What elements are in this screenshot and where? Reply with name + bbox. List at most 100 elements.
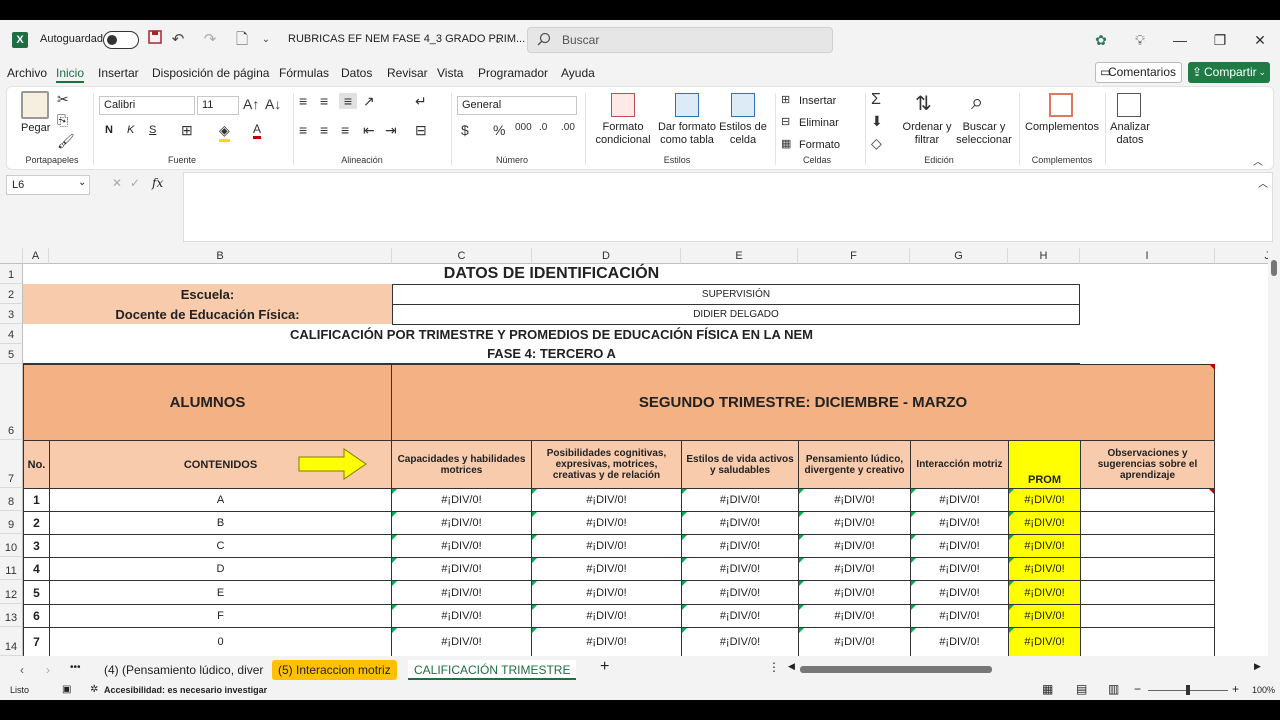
minimize-icon[interactable]: — [1170, 30, 1190, 50]
align-right-icon[interactable]: ≡ [341, 122, 349, 138]
observation-cell[interactable] [1080, 534, 1215, 558]
student-name[interactable]: F [49, 604, 392, 628]
docente-label[interactable]: Docente de Educación Física: [23, 304, 392, 324]
average-cell[interactable]: #¡DIV/0! [1008, 511, 1081, 535]
grade-cell[interactable]: #¡DIV/0! [531, 627, 682, 656]
page-break-icon[interactable]: ▥ [1108, 682, 1119, 696]
analyze-data-icon[interactable] [1117, 93, 1141, 117]
insert-function-button[interactable]: fx [152, 176, 163, 190]
col-header-i[interactable]: I [1080, 248, 1215, 264]
header-observaciones[interactable]: Observaciones y sugerencias sobre el apr… [1080, 440, 1215, 489]
format-as-table-icon[interactable] [675, 93, 699, 117]
col-header-e[interactable]: E [681, 248, 798, 264]
escuela-value[interactable]: SUPERVISIÓN [392, 284, 1080, 305]
add-sheet-button[interactable]: + [600, 658, 609, 676]
header-interaccion[interactable]: Interacción motriz [910, 440, 1009, 489]
student-name[interactable]: A [49, 488, 392, 512]
delete-cells-icon[interactable]: ⊟ [781, 115, 790, 128]
borders-icon[interactable]: ⊞ [181, 122, 193, 139]
zoom-in-icon[interactable]: + [1232, 682, 1239, 696]
grade-cell[interactable]: #¡DIV/0! [681, 488, 799, 512]
grade-cell[interactable]: #¡DIV/0! [391, 604, 532, 628]
analyze-data-label[interactable]: Analizar datos [1107, 121, 1153, 147]
menu-formulas[interactable]: Fórmulas [279, 66, 329, 80]
row-header[interactable]: 11 [0, 557, 23, 580]
header-no[interactable]: No. [23, 440, 50, 489]
align-center-icon[interactable]: ≡ [320, 122, 328, 138]
tab-calificacion[interactable]: CALIFICACIÓN TRIMESTRE [408, 660, 577, 680]
undo-icon[interactable]: ↶ [168, 30, 188, 50]
grade-cell[interactable]: #¡DIV/0! [531, 534, 682, 558]
align-left-icon[interactable]: ≡ [299, 122, 307, 138]
macro-record-icon[interactable]: ▣ [62, 684, 71, 695]
grade-cell[interactable]: #¡DIV/0! [681, 534, 799, 558]
header-pensamiento[interactable]: Pensamiento lúdico, divergente y creativ… [798, 440, 911, 489]
col-header-j[interactable]: J [1215, 248, 1268, 264]
customize-toolbar-icon[interactable]: ⌄ [256, 30, 276, 50]
share-button[interactable]: ⇪ Compartir ⌄ [1188, 62, 1270, 83]
menu-revisar[interactable]: Revisar [387, 66, 428, 80]
delete-cells-label[interactable]: Eliminar [799, 117, 839, 129]
grade-cell[interactable]: #¡DIV/0! [391, 557, 532, 581]
scroll-right-icon[interactable]: ▶ [1254, 661, 1261, 672]
more-options-icon[interactable]: ⋮ [768, 660, 780, 674]
percent-icon[interactable]: % [493, 122, 505, 138]
redo-icon[interactable]: ↷ [200, 30, 220, 50]
col-header-b[interactable]: B [49, 248, 392, 264]
underline-button[interactable]: S [149, 124, 156, 136]
grade-cell[interactable]: #¡DIV/0! [681, 580, 799, 605]
grade-cell[interactable]: #¡DIV/0! [798, 557, 911, 581]
cell-styles-icon[interactable] [731, 93, 755, 117]
average-cell[interactable]: #¡DIV/0! [1008, 604, 1081, 628]
conditional-format-label[interactable]: Formato condicional [589, 121, 657, 147]
student-number[interactable]: 3 [23, 534, 50, 558]
zoom-out-icon[interactable]: − [1134, 682, 1141, 696]
align-bottom-icon[interactable]: ≡ [339, 93, 357, 109]
row-header[interactable]: 13 [0, 604, 23, 627]
namebox-dropdown-icon[interactable]: ⌄ [78, 177, 86, 188]
font-color-icon[interactable]: A [253, 122, 262, 139]
accessibility-icon[interactable]: ✲ [90, 684, 98, 695]
decrease-indent-icon[interactable]: ⇤ [363, 122, 375, 139]
currency-icon[interactable]: $ [461, 122, 469, 138]
menu-insertar[interactable]: Insertar [98, 66, 139, 80]
grade-cell[interactable]: #¡DIV/0! [681, 557, 799, 581]
lightbulb-icon[interactable]: 💡︎ [1130, 30, 1150, 50]
grade-cell[interactable]: #¡DIV/0! [910, 511, 1009, 535]
grade-cell[interactable]: #¡DIV/0! [798, 604, 911, 628]
zoom-level[interactable]: 100% [1252, 685, 1275, 695]
alumnos-header[interactable]: ALUMNOS [23, 364, 392, 441]
cell-styles-label[interactable]: Estilos de celda [715, 121, 771, 147]
scroll-left-icon[interactable]: ◀ [788, 661, 795, 672]
menu-archivo[interactable]: Archivo [7, 66, 47, 80]
col-header-f[interactable]: F [798, 248, 910, 264]
cancel-entry-icon[interactable]: ✕ [112, 176, 122, 190]
row-header[interactable]: 4 [0, 324, 23, 344]
copilot-icon[interactable]: ✿ [1091, 30, 1111, 50]
italic-button[interactable]: K [127, 124, 134, 136]
sort-filter-icon[interactable]: ⇅ [915, 91, 932, 116]
grade-cell[interactable]: #¡DIV/0! [910, 557, 1009, 581]
col-header-c[interactable]: C [392, 248, 532, 264]
docente-value[interactable]: DIDIER DELGADO [392, 304, 1080, 325]
vertical-scrollbar[interactable] [1268, 248, 1280, 656]
align-middle-icon[interactable]: ≡ [320, 93, 328, 109]
confirm-entry-icon[interactable]: ✓ [130, 176, 140, 190]
col-header-d[interactable]: D [532, 248, 681, 264]
find-select-icon[interactable]: ⌕ [971, 89, 983, 115]
student-number[interactable]: 2 [23, 511, 50, 535]
share-dropdown-icon[interactable]: ⌄ [1258, 62, 1266, 83]
header-estilos-vida[interactable]: Estilos de vida activos y saludables [681, 440, 799, 489]
student-number[interactable]: 4 [23, 557, 50, 581]
col-header-g[interactable]: G [910, 248, 1008, 264]
row-header[interactable]: 8 [0, 488, 23, 511]
prev-sheet-icon[interactable]: ‹ [20, 663, 24, 677]
increase-font-icon[interactable]: A↑ [243, 96, 259, 112]
student-name[interactable]: B [49, 511, 392, 535]
close-icon[interactable]: ✕ [1250, 30, 1270, 50]
col-header-a[interactable]: A [23, 248, 49, 264]
student-number[interactable]: 7 [23, 627, 50, 656]
more-sheets-button[interactable]: ••• [70, 662, 81, 673]
escuela-label[interactable]: Escuela: [23, 284, 392, 304]
save-icon[interactable] [145, 30, 165, 50]
